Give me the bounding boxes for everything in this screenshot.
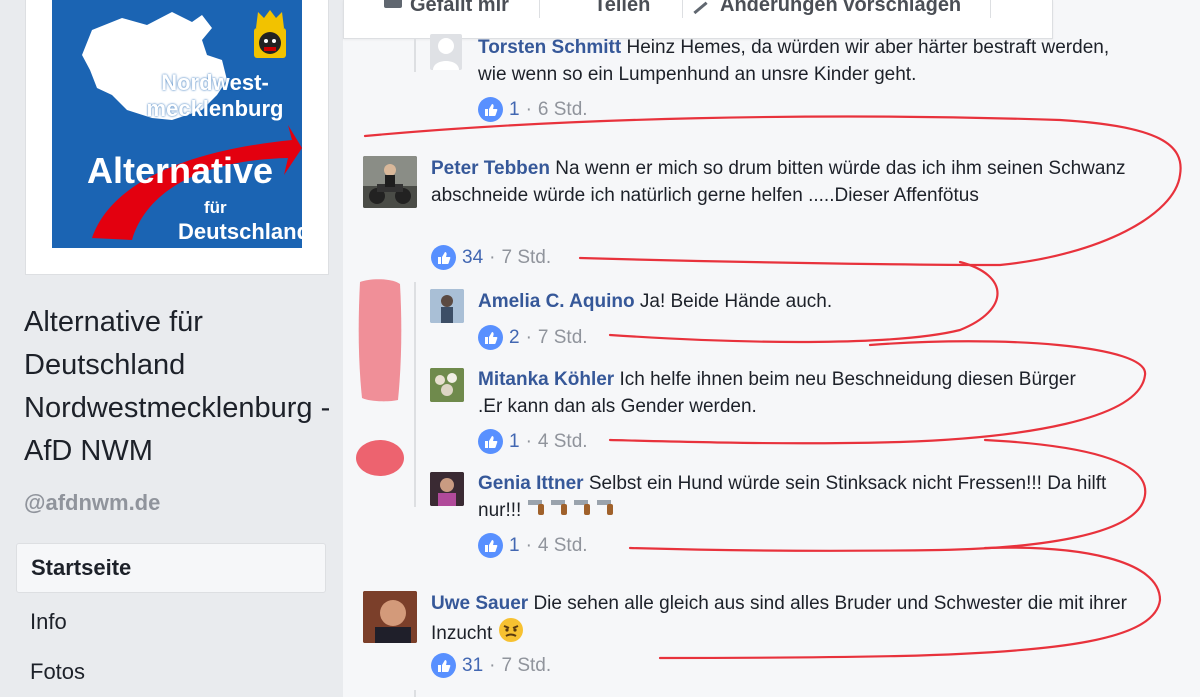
thumbs-up-icon[interactable] [431,653,456,678]
separator: · [489,654,496,676]
comment-timestamp[interactable]: 7 Std. [501,655,551,677]
comment-meta: 2 · 7 Std. [478,325,588,350]
comment-timestamp[interactable]: 4 Std. [538,535,588,557]
avatar[interactable] [430,34,462,70]
reply-thread-line [414,282,416,507]
comment-meta: 1 · 4 Std. [478,429,588,454]
comment-author[interactable]: Peter Tebben [431,158,550,179]
comment-body: Peter Tebben Na wenn er mich so drum bit… [431,155,1131,209]
comment-author[interactable]: Mitanka Köhler [478,369,614,390]
separator: · [525,430,532,452]
avatar-photo [430,472,464,506]
thumbs-up-icon[interactable] [431,245,456,270]
separator: · [525,98,532,120]
divider [539,0,540,18]
pencil-icon [684,0,708,15]
crest-icon [254,10,286,58]
comment-meta: 1 · 4 Std. [478,533,588,558]
avatar[interactable] [430,368,464,402]
avatar-photo-man [363,591,417,643]
page-nav: Startseite Info Fotos [16,543,326,697]
comment-meta: 1 · 6 Std. [478,97,588,122]
nav-item-startseite[interactable]: Startseite [16,543,326,593]
comment-text: Die sehen alle gleich aus sind alles Bru… [431,593,1127,645]
comment-author[interactable]: Genia Ittner [478,473,584,494]
avatar-photo [430,289,464,323]
logo-brand-line1: Alternative [86,150,274,191]
comment-timestamp[interactable]: 6 Std. [538,99,588,121]
logo-graphic [52,0,302,248]
like-count[interactable]: 1 [509,535,520,557]
share-button[interactable]: Teilen [594,0,650,18]
suggest-edits-button[interactable]: Änderungen vorschlagen [720,0,961,18]
comment-body: Uwe Sauer Die sehen alle gleich aus sind… [431,590,1141,651]
separator: · [525,326,532,348]
comment-author[interactable]: Amelia C. Aquino [478,291,635,312]
divider [682,0,683,18]
comment-body: Amelia C. Aquino Ja! Beide Hände auch. [478,288,1138,315]
like-count[interactable]: 1 [509,99,520,121]
logo-region-text: Nordwest- mecklenburg [146,70,284,121]
comment-body: Genia Ittner Selbst ein Hund würde sein … [478,470,1138,525]
default-avatar-icon [433,38,459,70]
share-icon [562,0,582,11]
comment-meta: 31 · 7 Std. [431,653,551,678]
thumbs-up-icon[interactable] [478,325,503,350]
nav-item-fotos[interactable]: Fotos [16,647,326,697]
comment-body: Torsten Schmitt Heinz Hemes, da würden w… [478,34,1138,88]
avatar[interactable] [430,289,464,323]
thumbs-up-icon[interactable] [478,429,503,454]
comment-timestamp[interactable]: 7 Std. [538,327,588,349]
separator: · [489,246,496,268]
comments-panel: Gefällt mir Teilen Änderungen vorschlage… [343,0,1200,697]
logo-brand-line2: für [204,198,227,217]
profile-picture-card[interactable]: Nordwest- mecklenburg Alternative für De… [25,0,329,275]
like-count[interactable]: 31 [462,655,483,677]
comment-author[interactable]: Torsten Schmitt [478,37,621,58]
like-icon [384,0,402,8]
afd-logo: Nordwest- mecklenburg Alternative für De… [52,0,302,248]
like-count[interactable]: 2 [509,327,520,349]
angry-face-emoji [498,617,524,651]
like-button[interactable]: Gefällt mir [410,0,509,18]
thumbs-up-icon[interactable] [478,533,503,558]
divider [990,0,991,18]
left-column: Nordwest- mecklenburg Alternative für De… [0,0,342,697]
nav-item-info[interactable]: Info [16,597,326,647]
thumbs-up-icon[interactable] [478,97,503,122]
separator: · [525,534,532,556]
comment-timestamp[interactable]: 4 Std. [538,431,588,453]
page-title: Alternative für Deutschland Nordwestmeck… [24,306,331,467]
avatar[interactable] [363,591,417,643]
comment-author[interactable]: Uwe Sauer [431,593,528,614]
avatar[interactable] [363,156,417,208]
comment-text: Ja! Beide Hände auch. [639,291,833,312]
comment-meta: 34 · 7 Std. [431,245,551,270]
comment-timestamp[interactable]: 7 Std. [501,247,551,269]
avatar[interactable] [430,472,464,506]
pistol-emoji [527,497,619,525]
page-handle[interactable]: @afdnwm.de [24,490,160,516]
logo-brand-line3: Deutschland [178,219,302,244]
avatar-photo-motorbike [363,156,417,208]
like-count[interactable]: 34 [462,247,483,269]
reply-thread-line [414,38,416,72]
avatar-photo-flowers [430,368,464,402]
like-count[interactable]: 1 [509,431,520,453]
reply-thread-line [414,690,416,697]
comment-body: Mitanka Köhler Ich helfe ihnen beim neu … [478,366,1098,420]
